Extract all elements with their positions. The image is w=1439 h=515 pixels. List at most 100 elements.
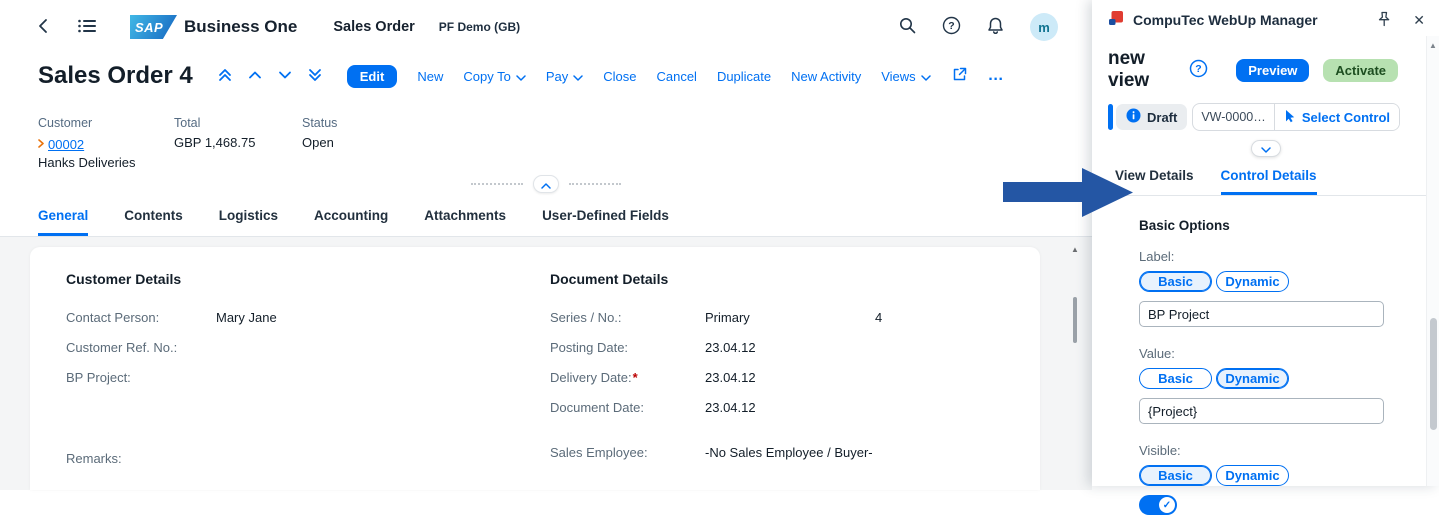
tab-content: Customer Details Contact Person: Mary Ja… bbox=[0, 237, 1092, 490]
panel-title: CompuTec WebUp Manager bbox=[1133, 12, 1368, 28]
summary-status: Status Open bbox=[302, 116, 337, 170]
copy-to-label: Copy To bbox=[463, 69, 510, 84]
pay-label: Pay bbox=[546, 69, 568, 84]
scroll-up-icon[interactable]: ▲ bbox=[1071, 245, 1079, 255]
tab-logistics[interactable]: Logistics bbox=[219, 208, 278, 236]
dynamic-pill[interactable]: Dynamic bbox=[1216, 368, 1289, 389]
preview-button[interactable]: Preview bbox=[1236, 59, 1309, 82]
customer-label: Customer bbox=[38, 116, 174, 130]
duplicate-button[interactable]: Duplicate bbox=[717, 69, 771, 84]
value-input[interactable] bbox=[1139, 398, 1384, 424]
pin-panel-button[interactable] bbox=[1377, 11, 1391, 30]
scroll-up-icon[interactable]: ▲ bbox=[1429, 41, 1437, 51]
collapse-header-button[interactable] bbox=[533, 175, 559, 193]
svg-text:?: ? bbox=[948, 20, 954, 32]
content-scrollbar[interactable]: ▲ bbox=[1070, 245, 1080, 490]
required-marker: * bbox=[633, 370, 638, 385]
status-accent-bar bbox=[1108, 104, 1113, 130]
product-name: Business One bbox=[184, 17, 297, 37]
search-icon bbox=[899, 17, 916, 37]
visible-field-group: Visible: Basic Dynamic ✓ bbox=[1139, 443, 1384, 515]
last-record-button[interactable] bbox=[307, 67, 323, 86]
dynamic-pill[interactable]: Dynamic bbox=[1216, 465, 1289, 486]
field-label: Document Date: bbox=[550, 400, 705, 415]
version-box: VW-00009 - 1.0.0 Select Control bbox=[1192, 103, 1400, 131]
select-control-button[interactable]: Select Control bbox=[1274, 104, 1399, 130]
section-heading: Document Details bbox=[550, 271, 1004, 287]
chevron-up-icon bbox=[247, 67, 263, 86]
main-area: SAP Business One Sales Order PF Demo (GB… bbox=[0, 0, 1092, 486]
field-label: BP Project: bbox=[66, 370, 216, 385]
close-panel-button[interactable]: ✕ bbox=[1413, 12, 1425, 29]
value-mode-segmented: Basic Dynamic bbox=[1139, 368, 1384, 389]
dynamic-pill[interactable]: Dynamic bbox=[1216, 271, 1289, 292]
back-button[interactable] bbox=[38, 18, 48, 37]
view-title-row: new view ? Preview Activate bbox=[1092, 40, 1439, 92]
new-activity-button[interactable]: New Activity bbox=[791, 69, 861, 84]
search-button[interactable] bbox=[899, 17, 916, 37]
share-button[interactable] bbox=[951, 66, 968, 86]
label-input[interactable] bbox=[1139, 301, 1384, 327]
header-collapse-row bbox=[0, 171, 1092, 197]
basic-pill[interactable]: Basic bbox=[1139, 465, 1212, 486]
field-label: Customer Ref. No.: bbox=[66, 340, 216, 355]
basic-pill[interactable]: Basic bbox=[1139, 271, 1212, 292]
summary-customer: Customer 00002 Hanks Deliveries bbox=[38, 116, 174, 170]
visible-toggle[interactable]: ✓ bbox=[1139, 495, 1177, 515]
chevron-right-icon bbox=[38, 135, 44, 153]
field-row: Remarks: bbox=[66, 451, 550, 466]
notifications-button[interactable] bbox=[987, 17, 1004, 38]
edit-button[interactable]: Edit bbox=[347, 65, 398, 88]
panel-scrollbar[interactable]: ▲ bbox=[1426, 36, 1439, 486]
cancel-document-button[interactable]: Cancel bbox=[656, 69, 696, 84]
field-value: 23.04.12 bbox=[705, 340, 756, 355]
field-row: Document Date: 23.04.12 bbox=[550, 400, 1004, 415]
new-button[interactable]: New bbox=[417, 69, 443, 84]
copy-to-button[interactable]: Copy To bbox=[463, 69, 525, 84]
view-help-button[interactable]: ? bbox=[1189, 59, 1208, 81]
scrollbar-thumb[interactable] bbox=[1073, 297, 1077, 343]
pin-icon bbox=[1377, 11, 1391, 30]
field-label: Posting Date: bbox=[550, 340, 705, 355]
field-row: Series / No.: Primary 4 bbox=[550, 310, 1004, 325]
check-icon: ✓ bbox=[1163, 500, 1171, 511]
status-badge-label: Draft bbox=[1147, 110, 1177, 125]
cursor-icon bbox=[1284, 109, 1296, 126]
activate-button[interactable]: Activate bbox=[1323, 59, 1398, 82]
close-document-button[interactable]: Close bbox=[603, 69, 636, 84]
user-avatar[interactable]: m bbox=[1030, 13, 1058, 41]
tab-view-details[interactable]: View Details bbox=[1115, 168, 1194, 195]
field-value: 23.04.12 bbox=[705, 400, 756, 415]
field-row: BP Project: bbox=[66, 370, 550, 385]
module-list-button[interactable] bbox=[78, 19, 96, 36]
customer-code-link[interactable]: 00002 bbox=[48, 137, 84, 152]
double-chevron-up-icon bbox=[217, 67, 233, 86]
tab-general[interactable]: General bbox=[38, 208, 88, 236]
scrollbar-thumb[interactable] bbox=[1430, 318, 1437, 430]
status-label: Status bbox=[302, 116, 337, 130]
tab-accounting[interactable]: Accounting bbox=[314, 208, 388, 236]
basic-pill[interactable]: Basic bbox=[1139, 368, 1212, 389]
overflow-menu-button[interactable]: … bbox=[988, 67, 1005, 85]
pay-button[interactable]: Pay bbox=[546, 69, 583, 84]
first-record-button[interactable] bbox=[217, 67, 233, 86]
bell-icon bbox=[987, 17, 1004, 38]
previous-record-button[interactable] bbox=[247, 67, 263, 86]
next-record-button[interactable] bbox=[277, 67, 293, 86]
status-value: Open bbox=[302, 135, 337, 150]
views-button[interactable]: Views bbox=[881, 69, 930, 84]
visible-mode-segmented: Basic Dynamic bbox=[1139, 465, 1384, 486]
chevron-up-icon bbox=[541, 177, 551, 192]
panel-collapse-row bbox=[1092, 140, 1439, 157]
topbar-right: ? m bbox=[899, 13, 1058, 41]
total-label: Total bbox=[174, 116, 302, 130]
tab-user-defined-fields[interactable]: User-Defined Fields bbox=[542, 208, 669, 236]
section-title: Basic Options bbox=[1139, 218, 1384, 233]
tab-attachments[interactable]: Attachments bbox=[424, 208, 506, 236]
tab-control-details[interactable]: Control Details bbox=[1221, 168, 1317, 195]
sap-logo-text: SAP bbox=[135, 20, 163, 35]
field-label: Contact Person: bbox=[66, 310, 216, 325]
help-button[interactable]: ? bbox=[942, 16, 961, 38]
collapse-view-header-button[interactable] bbox=[1251, 140, 1281, 157]
tab-contents[interactable]: Contents bbox=[124, 208, 183, 236]
